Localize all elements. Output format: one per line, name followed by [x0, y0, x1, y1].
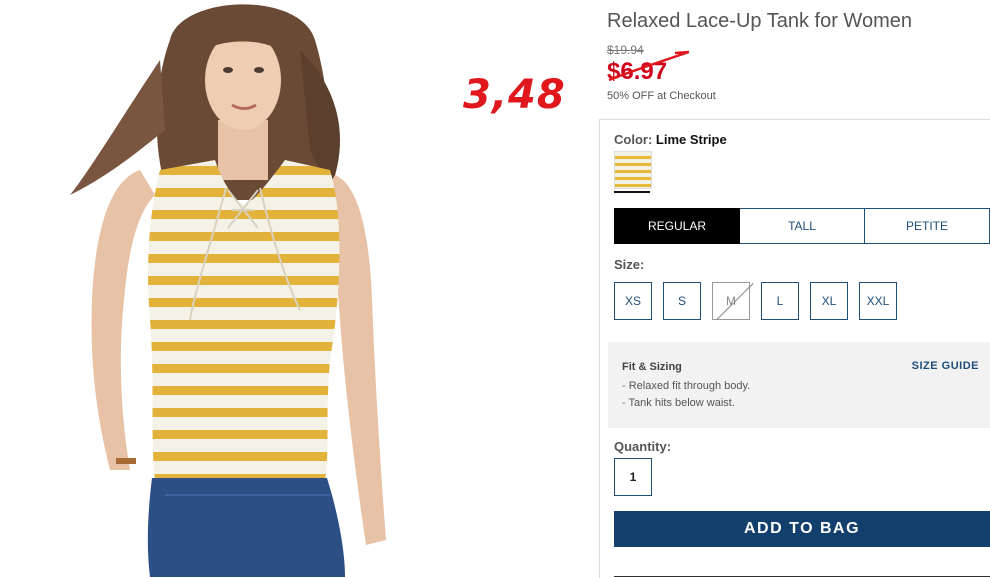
color-label-text: Color: [614, 132, 653, 147]
color-label: Color: Lime Stripe [614, 132, 727, 147]
tab-petite[interactable]: PETITE [865, 208, 990, 244]
size-option-m[interactable]: M [712, 282, 750, 320]
product-photo-illustration [70, 4, 386, 577]
swatch-selected-indicator [614, 191, 650, 193]
quantity-input[interactable]: 1 [614, 458, 652, 496]
product-image[interactable] [0, 0, 470, 577]
list-item: Tank hits below waist. [622, 397, 750, 409]
size-options: XS S M L XL XXL [614, 282, 897, 320]
tab-tall[interactable]: TALL [740, 208, 865, 244]
list-item: Relaxed fit through body. [622, 380, 750, 392]
fit-sizing-box: Fit & Sizing SIZE GUIDE Relaxed fit thro… [608, 342, 990, 428]
size-option-xs[interactable]: XS [614, 282, 652, 320]
size-guide-link[interactable]: SIZE GUIDE [912, 360, 979, 372]
product-title: Relaxed Lace-Up Tank for Women [607, 10, 912, 32]
handwritten-price-annotation: 3,48 [463, 72, 566, 118]
add-to-bag-button[interactable]: ADD TO BAG [614, 511, 990, 547]
promo-text: 50% OFF at Checkout [607, 90, 716, 102]
color-value: Lime Stripe [655, 132, 727, 147]
fit-sizing-title: Fit & Sizing [622, 361, 682, 373]
handwritten-strike-mark [608, 50, 690, 82]
size-option-l[interactable]: L [761, 282, 799, 320]
product-options-panel: Color: Lime Stripe REGULAR TALL PETITE S… [599, 119, 990, 578]
size-label: Size: [614, 257, 645, 272]
color-swatch-lime-stripe[interactable] [614, 151, 652, 189]
fit-type-tabs: REGULAR TALL PETITE [614, 208, 990, 244]
size-option-xl[interactable]: XL [810, 282, 848, 320]
size-option-s[interactable]: S [663, 282, 701, 320]
size-option-xxl[interactable]: XXL [859, 282, 897, 320]
tab-regular[interactable]: REGULAR [614, 208, 740, 244]
quantity-label: Quantity: [614, 439, 672, 454]
fit-details-list: Relaxed fit through body. Tank hits belo… [622, 380, 751, 414]
